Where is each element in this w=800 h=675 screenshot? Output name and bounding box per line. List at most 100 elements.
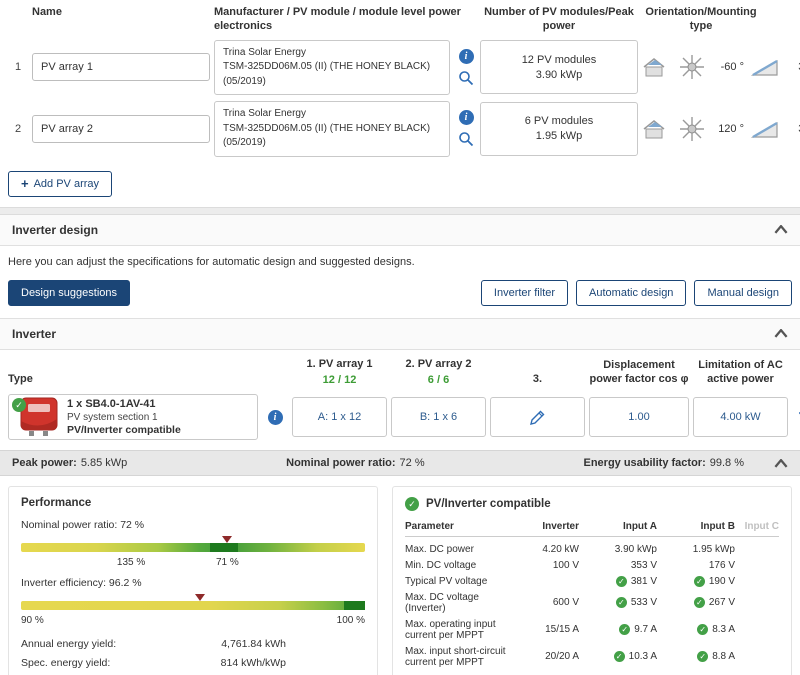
col-header-orientation: Orientation/Mounting type [645, 6, 757, 32]
tilt-angle-icon [751, 60, 778, 77]
compat-row: Min. DC voltage 100 V 353 V 176 V [405, 559, 735, 571]
npr-tick: 135 % [116, 557, 146, 569]
peak-power-summary: Peak power: 5.85 kWp [12, 457, 128, 470]
tilt-value: 30 ° [786, 61, 800, 73]
npr-gauge-label: Nominal power ratio: 72 % [21, 519, 145, 532]
ok-check-icon: ✓ [619, 624, 631, 636]
module-count: 6 PV modules [524, 115, 594, 128]
col-header-count: Number of PV modules/Peak power [484, 6, 634, 32]
col-header-array3: 3. [532, 372, 543, 385]
row-index: 1 [14, 61, 22, 74]
azimuth-compass-icon [680, 55, 704, 80]
search-icon[interactable] [458, 70, 474, 86]
compat-row: Typical PV voltage ✓ 381 V ✓ 190 V [405, 575, 735, 587]
module-date: (05/2019) [223, 137, 266, 148]
orientation-cell: 120 ° 30 ° [642, 116, 800, 142]
pv-array-name-input[interactable] [32, 53, 210, 82]
table-row: 1 Trina Solar Energy TSM-325DD06M.05 (II… [8, 39, 800, 95]
section-divider [0, 206, 800, 215]
array2-count: 6 / 6 [427, 374, 450, 387]
cos-phi-field[interactable]: 1.00 [589, 397, 689, 438]
ok-check-icon: ✓ [613, 651, 625, 663]
module-count-box[interactable]: 12 PV modules 3.90 kWp [480, 40, 638, 95]
inverter-type-box[interactable]: ✓ 1 x SB4.0-1AV-41 PV system section 1 P… [8, 394, 258, 441]
section-title: Inverter design [12, 222, 99, 237]
automatic-design-button[interactable]: Automatic design [576, 279, 687, 306]
chevron-up-icon[interactable] [774, 225, 788, 234]
efficiency-tick: 90 % [21, 615, 44, 627]
ok-check-icon: ✓ [615, 597, 627, 609]
compat-row: Max. input short-circuit current per MPP… [405, 645, 735, 668]
azimuth-value: 120 ° [718, 122, 744, 135]
module-type: TSM-325DD06M.05 (II) (THE HONEY BLACK) [223, 61, 431, 72]
module-manufacturer: Trina Solar Energy [223, 46, 306, 58]
inverter-header[interactable]: Inverter [0, 317, 800, 350]
add-pv-array-button[interactable]: + Add PV array [8, 170, 113, 197]
manual-design-button[interactable]: Manual design [694, 279, 792, 306]
mounting-type-icon [643, 119, 665, 139]
design-description: Here you can adjust the specifications f… [8, 255, 415, 268]
performance-panel: Performance Nominal power ratio: 72 % 13… [8, 486, 378, 675]
info-icon[interactable]: i [267, 409, 283, 425]
search-icon[interactable] [458, 131, 474, 147]
module-count-box[interactable]: 6 PV modules 1.95 kWp [480, 101, 638, 156]
row-index: 2 [14, 122, 22, 135]
compat-table-header: Parameter Inverter Input A Input B Input… [405, 521, 779, 538]
col-header-array1: 1. PV array 1 [306, 357, 373, 370]
col-header-array2: 2. PV array 2 [405, 357, 472, 370]
design-suggestions-button[interactable]: Design suggestions [8, 279, 131, 306]
inverter-row: ✓ 1 x SB4.0-1AV-41 PV system section 1 P… [8, 394, 800, 441]
info-icon[interactable]: i [458, 48, 474, 64]
efficiency-tick: 100 % [336, 615, 365, 627]
compatibility-status: PV/Inverter compatible [67, 424, 181, 437]
input-b-field[interactable]: B: 1 x 6 [391, 397, 486, 438]
ok-check-icon: ✓ [693, 597, 705, 609]
module-count: 12 PV modules [521, 53, 597, 66]
inverter-table-header: Type 1. PV array 1 12 / 12 2. PV array 2… [8, 358, 792, 387]
array1-count: 12 / 12 [322, 374, 357, 387]
azimuth-compass-icon [680, 116, 704, 141]
input-c-edit-field[interactable] [490, 397, 585, 438]
delete-inverter-button[interactable] [792, 409, 800, 426]
info-icon[interactable]: i [458, 110, 474, 126]
inverter-filter-button[interactable]: Inverter filter [480, 279, 569, 306]
npr-marker [222, 536, 233, 544]
npr-tick: 71 % [215, 557, 239, 569]
pv-array-section: Name Manufacturer / PV module / module l… [0, 0, 800, 207]
inverter-table: Type 1. PV array 1 12 / 12 2. PV array 2… [0, 350, 800, 441]
energy-usability-summary: Energy usability factor: 99.8 % [583, 457, 744, 470]
ok-check-icon: ✓ [697, 651, 709, 663]
pv-array-name-input[interactable] [32, 114, 210, 143]
input-a-field[interactable]: A: 1 x 12 [292, 397, 387, 438]
compatibility-title: PV/Inverter compatible [426, 498, 551, 511]
npr-gauge [21, 536, 365, 553]
module-date: (05/2019) [223, 75, 266, 87]
ok-check-icon: ✓ [697, 624, 709, 636]
section-title: Inverter [12, 326, 57, 341]
col-header-type: Type [8, 372, 33, 385]
efficiency-gauge-label: Inverter efficiency: 96.2 % [21, 577, 142, 590]
pv-table-header: Name Manufacturer / PV module / module l… [8, 6, 792, 34]
efficiency-marker [194, 594, 205, 602]
plus-icon: + [21, 176, 29, 191]
inverter-design-header[interactable]: Inverter design [0, 214, 800, 246]
module-manufacturer: Trina Solar Energy [223, 108, 306, 119]
col-header-ac-limit: Limitation of AC active power [698, 358, 783, 385]
chevron-up-icon[interactable] [774, 458, 788, 468]
performance-title: Performance [21, 497, 92, 510]
azimuth-value: -60 ° [720, 61, 744, 74]
table-row: 2 Trina Solar Energy TSM-325DD06M.05 (II… [8, 101, 800, 157]
tilt-value: 30 ° [786, 123, 800, 135]
pv-module-box[interactable]: Trina Solar Energy TSM-325DD06M.05 (II) … [214, 39, 450, 95]
design-button-row: Design suggestions Inverter filter Autom… [0, 272, 800, 318]
ac-limit-field[interactable]: 4.00 kW [693, 397, 788, 438]
chevron-up-icon[interactable] [774, 329, 788, 338]
pv-module-box[interactable]: Trina Solar Energy TSM-325DD06M.05 (II) … [214, 101, 450, 157]
nominal-power-ratio-summary: Nominal power ratio: 72 % [286, 457, 425, 470]
inverter-summary-bar[interactable]: Peak power: 5.85 kWp Nominal power ratio… [0, 450, 800, 477]
ok-check-icon: ✓ [693, 575, 705, 587]
peak-power: 3.90 kWp [535, 68, 583, 81]
inverter-model: 1 x SB4.0-1AV-41 [67, 397, 156, 410]
pencil-icon [530, 410, 545, 425]
pv-system-section: PV system section 1 [67, 412, 158, 424]
